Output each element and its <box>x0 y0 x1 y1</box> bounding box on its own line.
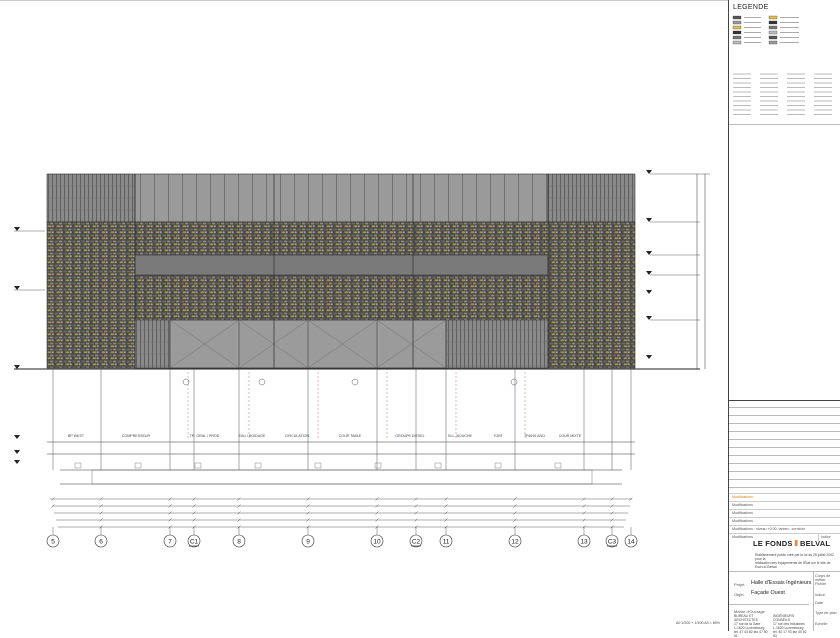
axis-label: 12 <box>511 539 519 546</box>
roof-band-right <box>547 173 636 223</box>
room-label: COUR MIXTE <box>559 434 582 438</box>
footing-outline <box>91 469 593 485</box>
footing-marker <box>554 462 562 469</box>
axis-label: 7 <box>168 539 172 546</box>
legend-swatch <box>732 35 742 40</box>
indice-label: Indice <box>815 593 826 597</box>
modification-row: Modifications <box>729 517 840 525</box>
axis-label: 9 <box>306 539 310 546</box>
date-label: Date <box>815 601 824 605</box>
objet-value: Façade Ouest <box>751 590 785 596</box>
room-label: BP WKST <box>68 434 85 438</box>
footing-marker <box>134 462 142 469</box>
axis-bubbles: 5 6 7 C1 8 9 10 C2 11 12 13 C3 14 <box>46 527 638 548</box>
modifications-table: Modifications Modifications Modification… <box>729 493 840 541</box>
axis-label: 10 <box>373 539 381 546</box>
architect-address: BUREAU ET ARCHITECTES 17 rue de la Gare … <box>734 614 768 638</box>
room-label: TR. GRAL / PROD. <box>190 434 221 438</box>
basement-grid <box>52 369 632 470</box>
room-label: TRANS ANO. <box>524 434 546 438</box>
footing-marker <box>374 462 382 469</box>
projet-value: Halle d'Essais Ingénieurs <box>751 580 812 586</box>
legend-swatch <box>732 20 742 25</box>
louvre-left <box>134 319 171 369</box>
window-band <box>134 254 549 276</box>
logo-mark-icon: ⦀ <box>794 539 799 548</box>
legend-panel: LEGENDE <box>728 0 840 400</box>
room-label: COMPRESSEUR <box>122 434 151 438</box>
footing-marker <box>494 462 502 469</box>
fixture-circle-icon <box>510 378 518 386</box>
modification-row: Modifications : niveau +0,00, lanterr., … <box>729 525 840 533</box>
room-label: COUR TABLE <box>339 434 362 438</box>
footing-marker <box>254 462 262 469</box>
type-plan-label: Type de plan <box>815 611 837 615</box>
title-block: Modifications Modifications Modification… <box>728 400 840 638</box>
legend-divider <box>729 124 840 125</box>
legend-symbols <box>732 15 832 115</box>
legend-swatch <box>768 20 778 25</box>
footing-marker <box>434 462 442 469</box>
objet-label: Objet <box>734 592 744 597</box>
room-labels: BP WKST COMPRESSEUR TR. GRAL / PROD. EAU / … <box>68 434 582 438</box>
fichier-label: Fichier <box>815 582 827 586</box>
fixture-circle-icon <box>351 378 359 386</box>
roof-band-center <box>134 173 549 223</box>
dimension-lines <box>50 497 633 529</box>
axis-label: 8 <box>237 539 241 546</box>
right-column-divider <box>813 571 814 631</box>
footing-marker <box>74 462 82 469</box>
level-markers-left <box>14 227 45 464</box>
axis-label: 14 <box>627 539 635 546</box>
room-label: TGBT <box>493 434 503 438</box>
legend-swatch <box>768 30 778 35</box>
axis-label: 13 <box>580 539 588 546</box>
legend-swatch <box>732 30 742 35</box>
modification-row: Modifications <box>729 501 840 509</box>
axis-label: 11 <box>443 539 450 546</box>
engineer-address: INGÉNIEURS CONSEILS 17 rue des Industrie… <box>773 614 807 638</box>
room-label: EAU / BOIDAGE <box>239 434 266 438</box>
elevation-drawing: BP WKST COMPRESSEUR TR. GRAL / PROD. EAU / … <box>0 0 728 548</box>
legend-swatch <box>768 40 778 45</box>
projet-label: Projet <box>734 582 745 587</box>
legend-swatch <box>732 15 742 20</box>
legend-swatch <box>768 15 778 20</box>
legend-swatch <box>768 35 778 40</box>
axis-label: C2 <box>412 539 421 546</box>
louvre-right <box>445 319 549 369</box>
legend-swatch <box>732 25 742 30</box>
modifications-header: Modifications <box>729 493 840 501</box>
fixture-circle-icon <box>258 378 266 386</box>
axis-label: C3 <box>608 539 617 546</box>
facade-elevation <box>46 173 636 369</box>
axis-label: 5 <box>51 539 55 546</box>
drawing-sheet: BP WKST COMPRESSEUR TR. GRAL / PROD. EAU / … <box>0 0 840 638</box>
room-label: ELL. BOUCHE <box>448 434 472 438</box>
legend-swatch <box>732 40 742 45</box>
axis-label: C1 <box>190 539 199 546</box>
echelle-label: Echelle <box>815 622 828 626</box>
footing-marker <box>314 462 322 469</box>
legend-swatch <box>768 25 778 30</box>
corps-metier-label: Corps de métier <box>815 574 831 582</box>
room-label: CIRCULATION <box>285 434 309 438</box>
right-dimension-chain <box>646 170 710 369</box>
scale-note: A0 1/200 + 1/100 A3 = 80% <box>676 621 720 625</box>
room-label: GROUPE DIESEL <box>395 434 424 438</box>
modification-row: Modifications <box>729 509 840 517</box>
footing-marker <box>194 462 202 469</box>
roof-band-left <box>46 173 136 223</box>
axis-label: 6 <box>99 539 103 546</box>
logo-fonds-belval: LE FONDS ⦀ BELVAL <box>753 539 831 548</box>
logo-subtitle: Établissement public créé par la loi du … <box>755 553 834 569</box>
